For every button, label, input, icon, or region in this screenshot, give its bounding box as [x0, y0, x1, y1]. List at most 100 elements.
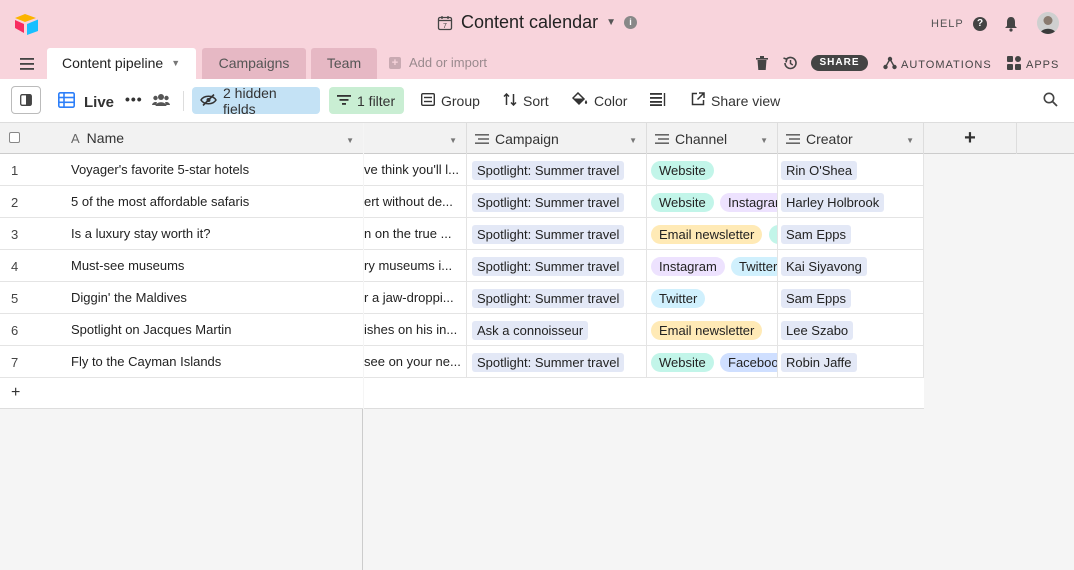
campaign-cell[interactable]: Spotlight: Summer travel	[467, 186, 647, 218]
chevron-down-icon[interactable]: ▼	[906, 136, 914, 145]
base-title-chevron-down-icon[interactable]: ▼	[606, 17, 616, 28]
apps-button[interactable]: APPS	[1007, 56, 1059, 73]
channel-chip[interactable]: Email newsletter	[651, 321, 763, 340]
table-row[interactable]: ishes on his in... Ask a connoisseur Ema…	[364, 314, 924, 346]
campaign-cell[interactable]: Spotlight: Summer travel	[467, 218, 647, 250]
column-header-name[interactable]: A Name ▼	[0, 123, 363, 154]
bell-icon[interactable]	[1004, 16, 1018, 37]
campaign-chip[interactable]: Ask a connoisseur	[472, 321, 589, 340]
info-icon[interactable]: i	[624, 16, 637, 29]
channel-chip[interactable]: Instagram	[651, 257, 725, 276]
sort-button[interactable]: Sort	[495, 87, 557, 114]
creator-cell[interactable]: Sam Epps	[778, 218, 924, 250]
creator-chip[interactable]: Sam Epps	[781, 289, 851, 308]
campaign-chip[interactable]: Spotlight: Summer travel	[472, 289, 625, 308]
description-cell[interactable]: ishes on his in...	[364, 314, 467, 346]
channel-chip[interactable]: Website	[651, 193, 714, 212]
description-cell[interactable]: see on your ne...	[364, 346, 467, 378]
column-header-channel[interactable]: Channel ▼	[647, 123, 778, 154]
creator-chip[interactable]: Robin Jaffe	[781, 353, 857, 372]
trash-icon[interactable]	[756, 56, 768, 75]
tab-team[interactable]: Team	[311, 48, 377, 79]
campaign-chip[interactable]: Spotlight: Summer travel	[472, 193, 625, 212]
collaborators-icon[interactable]	[152, 93, 170, 112]
channel-chip[interactable]: Website	[651, 353, 714, 372]
campaign-cell[interactable]: Spotlight: Summer travel	[467, 282, 647, 314]
chevron-down-icon[interactable]: ▼	[629, 136, 637, 145]
campaign-cell[interactable]: Spotlight: Summer travel	[467, 154, 647, 186]
table-row[interactable]: 4 Must-see museums	[0, 250, 363, 282]
table-row[interactable]: 7 Fly to the Cayman Islands	[0, 346, 363, 378]
channel-chip[interactable]: Twitter	[731, 257, 777, 276]
history-icon[interactable]	[782, 55, 798, 76]
table-row[interactable]: ve think you'll l... Spotlight: Summer t…	[364, 154, 924, 186]
name-cell[interactable]: Must-see museums	[71, 258, 184, 273]
help-icon[interactable]: ?	[973, 17, 987, 31]
channel-chip[interactable]: Website	[769, 225, 777, 244]
creator-cell[interactable]: Sam Epps	[778, 282, 924, 314]
campaign-cell[interactable]: Ask a connoisseur	[467, 314, 647, 346]
hidden-fields-button[interactable]: 2 hidden fields	[192, 85, 320, 117]
creator-cell[interactable]: Kai Siyavong	[778, 250, 924, 282]
table-row[interactable]: 3 Is a luxury stay worth it?	[0, 218, 363, 250]
description-cell[interactable]: r a jaw-droppi...	[364, 282, 467, 314]
description-cell[interactable]: ert without de...	[364, 186, 467, 218]
channel-chip[interactable]: Email newsletter	[651, 225, 763, 244]
name-cell[interactable]: Voyager's favorite 5-star hotels	[71, 162, 249, 177]
channel-cell[interactable]: Email newsletter	[647, 314, 778, 346]
campaign-chip[interactable]: Spotlight: Summer travel	[472, 353, 625, 372]
chevron-down-icon[interactable]: ▼	[171, 58, 180, 68]
select-all-checkbox[interactable]	[9, 132, 20, 143]
table-row[interactable]: n on the true ... Spotlight: Summer trav…	[364, 218, 924, 250]
channel-chip[interactable]: Website	[651, 161, 714, 180]
channel-chip[interactable]: Instagram	[720, 193, 777, 212]
share-view-button[interactable]: Share view	[683, 87, 788, 114]
campaign-cell[interactable]: Spotlight: Summer travel	[467, 346, 647, 378]
channel-cell[interactable]: Website Instagram	[647, 186, 778, 218]
color-button[interactable]: Color	[564, 87, 635, 114]
add-record-row[interactable]	[364, 378, 924, 409]
name-cell[interactable]: Diggin' the Maldives	[71, 290, 187, 305]
campaign-chip[interactable]: Spotlight: Summer travel	[472, 257, 625, 276]
creator-cell[interactable]: Lee Szabo	[778, 314, 924, 346]
campaign-chip[interactable]: Spotlight: Summer travel	[472, 225, 625, 244]
filter-button[interactable]: 1 filter	[329, 87, 404, 114]
column-header-description[interactable]: ▼	[364, 123, 467, 154]
tab-content-pipeline[interactable]: Content pipeline ▼	[47, 48, 196, 79]
table-row[interactable]: see on your ne... Spotlight: Summer trav…	[364, 346, 924, 378]
group-button[interactable]: Group	[413, 87, 488, 114]
campaign-cell[interactable]: Spotlight: Summer travel	[467, 250, 647, 282]
column-header-creator[interactable]: Creator ▼	[778, 123, 924, 154]
table-row[interactable]: 6 Spotlight on Jacques Martin	[0, 314, 363, 346]
campaign-chip[interactable]: Spotlight: Summer travel	[472, 161, 625, 180]
creator-cell[interactable]: Robin Jaffe	[778, 346, 924, 378]
add-or-import-button[interactable]: + Add or import	[389, 55, 487, 70]
creator-chip[interactable]: Kai Siyavong	[781, 257, 867, 276]
creator-cell[interactable]: Harley Holbrook	[778, 186, 924, 218]
creator-chip[interactable]: Lee Szabo	[781, 321, 854, 340]
name-cell[interactable]: 5 of the most affordable safaris	[71, 194, 249, 209]
view-switcher[interactable]: Live	[58, 92, 114, 112]
add-field-button[interactable]: +	[924, 123, 1017, 154]
hamburger-menu-icon[interactable]	[20, 57, 34, 75]
chevron-down-icon[interactable]: ▼	[346, 136, 354, 145]
channel-chip[interactable]: Facebook	[720, 353, 777, 372]
sidebar-toggle-button[interactable]	[11, 86, 41, 114]
table-row[interactable]: 1 Voyager's favorite 5-star hotels	[0, 154, 363, 186]
chevron-down-icon[interactable]: ▼	[760, 136, 768, 145]
channel-chip[interactable]: Twitter	[651, 289, 706, 308]
search-icon[interactable]	[1043, 92, 1058, 112]
channel-cell[interactable]: Instagram Twitter	[647, 250, 778, 282]
creator-chip[interactable]: Sam Epps	[781, 225, 851, 244]
table-row[interactable]: r a jaw-droppi... Spotlight: Summer trav…	[364, 282, 924, 314]
base-title[interactable]: Content calendar	[461, 12, 598, 33]
help-label[interactable]: HELP	[931, 18, 964, 30]
chevron-down-icon[interactable]: ▼	[449, 136, 457, 145]
channel-cell[interactable]: Website Facebook	[647, 346, 778, 378]
channel-cell[interactable]: Website	[647, 154, 778, 186]
description-cell[interactable]: ve think you'll l...	[364, 154, 467, 186]
description-cell[interactable]: ry museums i...	[364, 250, 467, 282]
name-cell[interactable]: Is a luxury stay worth it?	[71, 226, 210, 241]
creator-chip[interactable]: Harley Holbrook	[781, 193, 885, 212]
table-row[interactable]: 2 5 of the most affordable safaris	[0, 186, 363, 218]
